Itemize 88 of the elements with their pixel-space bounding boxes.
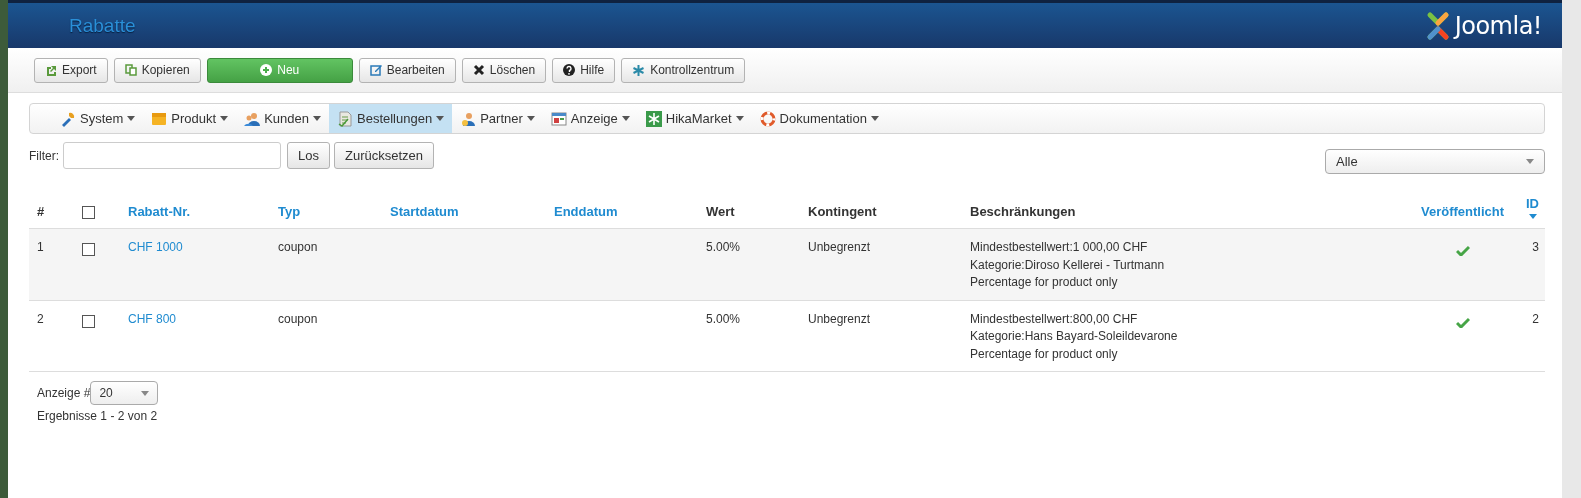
column-header[interactable]: Veröffentlicht (1420, 204, 1505, 219)
restriction-text: Kategorie:Diroso Kellerei - Turtmann (970, 256, 1166, 274)
table-cell: coupon (278, 240, 318, 254)
menu-label: Produkt (171, 111, 217, 126)
menu-item[interactable]: Anzeige (542, 104, 638, 133)
table-cell: Unbegrenzt (808, 240, 871, 254)
restriction-text: Percentage for product only (970, 345, 1119, 363)
caret-icon (621, 116, 630, 121)
menu-label: System (80, 111, 124, 126)
menu-item[interactable]: Dokumentation (751, 104, 887, 133)
column-header[interactable]: Startdatum (390, 204, 459, 219)
menu-label: Bestellungen (357, 111, 433, 126)
status-select[interactable]: Alle (1325, 149, 1545, 174)
table-cell: 5.00% (706, 311, 741, 326)
select-all-checkbox[interactable] (82, 206, 95, 219)
column-header[interactable]: Typ (278, 204, 301, 219)
row-checkbox[interactable] (82, 314, 95, 328)
users-icon (244, 110, 261, 127)
menu-label: Partner (480, 111, 523, 126)
menu-item[interactable]: Produkt (143, 104, 237, 133)
column-header[interactable]: Enddatum (554, 204, 618, 219)
lifebuoy-icon (759, 110, 776, 127)
window-icon (550, 110, 567, 127)
toolbar-button[interactable]: Bearbeiten (358, 57, 456, 83)
restriction-text: Mindestbestellwert:1 000,00 CHF (970, 239, 1149, 256)
filter-button[interactable]: Los (287, 142, 330, 169)
caret-icon (436, 116, 445, 121)
toolbar-button[interactable]: Löschen (461, 57, 547, 83)
menu-item[interactable]: System (52, 104, 144, 133)
table-cell: coupon (278, 311, 318, 326)
row-number: 1 (37, 240, 44, 254)
partner-icon (460, 110, 477, 127)
column-header: Kontingent (808, 204, 877, 219)
menu-label: Anzeige (570, 111, 618, 126)
tools-icon (60, 110, 76, 127)
caret-icon (526, 116, 535, 121)
caret-icon (127, 116, 136, 121)
table-cell: 5.00% (706, 240, 741, 254)
menu-label: HikaMarket (665, 111, 732, 126)
box-icon (151, 110, 168, 127)
caret-icon (735, 116, 744, 121)
export-icon (45, 64, 57, 76)
menu-item[interactable]: Partner (452, 104, 543, 133)
table-cell: 3 (1532, 240, 1539, 254)
column-header: # (37, 204, 45, 219)
row-checkbox[interactable] (82, 243, 95, 256)
document-icon (337, 110, 353, 127)
page-size-select[interactable]: 20 (90, 381, 159, 405)
menu-label: Dokumentation (779, 111, 867, 126)
copy-icon (124, 64, 137, 76)
plus-icon (260, 64, 273, 76)
caret-icon (1526, 159, 1534, 164)
toolbar-button[interactable]: Export (34, 57, 108, 83)
row-number: 2 (37, 311, 44, 326)
column-header[interactable]: ID (1526, 196, 1539, 211)
column-header: Wert (706, 204, 735, 219)
caret-icon (313, 116, 321, 121)
discount-code-link[interactable]: CHF 1000 (128, 240, 183, 254)
edit-icon (369, 64, 382, 76)
caret-icon (220, 116, 229, 121)
filter-label: Filter: (29, 148, 59, 163)
table-cell: 2 (1532, 311, 1539, 326)
menu-label: Kunden (264, 111, 309, 126)
market-icon (645, 110, 662, 127)
menu-item[interactable]: Kunden (236, 104, 329, 133)
column-header: Beschränkungen (970, 204, 1076, 219)
close-icon (472, 64, 485, 76)
caret-icon (141, 390, 150, 396)
toolbar-button[interactable]: Hilfe (552, 57, 616, 83)
display-label: Anzeige # (37, 386, 91, 400)
help-icon (563, 64, 576, 76)
table-cell: Unbegrenzt (808, 311, 871, 326)
restriction-text: Percentage for product only (970, 274, 1119, 291)
results-count: Ergebnisse 1 - 2 von 2 (37, 409, 159, 423)
caret-icon (871, 116, 879, 121)
discount-code-link[interactable]: CHF 800 (128, 311, 177, 326)
toolbar-button[interactable]: Kontrollzentrum (621, 57, 746, 83)
restriction-text: Kategorie:Hans Bayard-Soleildevarone (970, 328, 1179, 345)
filter-field[interactable] (63, 142, 281, 169)
menu-item[interactable]: HikaMarket (637, 104, 752, 133)
logo-text: Joomla! (1454, 11, 1542, 40)
menu-item[interactable]: Bestellungen (329, 104, 453, 133)
column-header[interactable]: Rabatt-Nr. (128, 204, 191, 219)
restriction-text: Mindestbestellwert:800,00 CHF (970, 310, 1139, 328)
asterisk-icon (632, 63, 646, 77)
toolbar-button[interactable]: Kopieren (113, 57, 201, 83)
filter-button[interactable]: Zurücksetzen (333, 142, 434, 169)
page-title: Rabatte (69, 14, 136, 37)
